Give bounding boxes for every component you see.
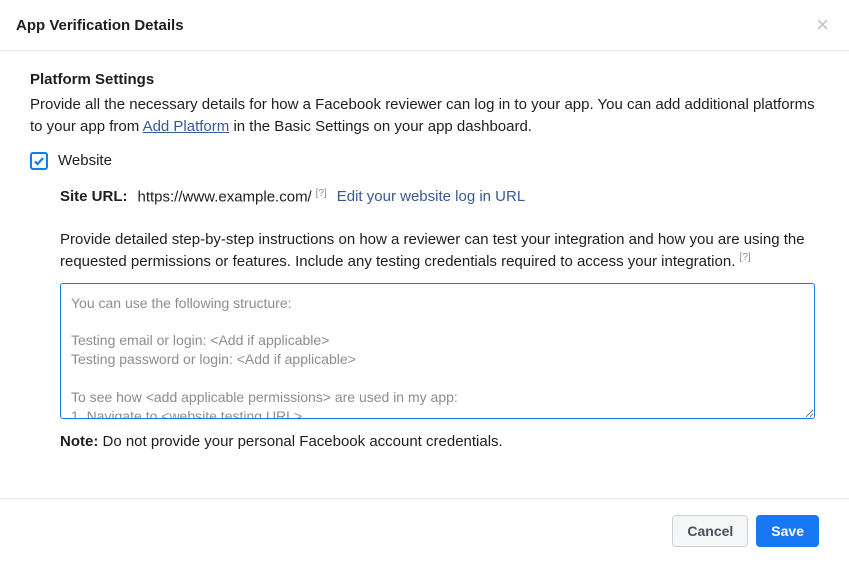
app-verification-modal: App Verification Details × Platform Sett… xyxy=(0,0,849,565)
close-icon: × xyxy=(816,12,829,37)
desc-post: in the Basic Settings on your app dashbo… xyxy=(229,118,532,135)
modal-body: Platform Settings Provide all the necess… xyxy=(0,51,849,458)
platform-checkbox-row: Website xyxy=(30,152,819,170)
note-label: Note: xyxy=(60,433,98,450)
modal-header: App Verification Details × xyxy=(0,0,849,51)
platform-details: Site URL: https://www.example.com/ [?] E… xyxy=(30,188,819,450)
help-icon[interactable]: [?] xyxy=(316,188,327,199)
note: Note: Do not provide your personal Faceb… xyxy=(60,433,819,450)
website-checkbox-label: Website xyxy=(58,152,112,169)
section-heading: Platform Settings xyxy=(30,71,819,88)
add-platform-link[interactable]: Add Platform xyxy=(143,118,230,135)
instructions-textarea[interactable] xyxy=(60,283,815,419)
website-checkbox[interactable] xyxy=(30,152,48,170)
close-button[interactable]: × xyxy=(812,14,833,36)
site-url-row: Site URL: https://www.example.com/ [?] E… xyxy=(60,188,819,206)
instructions-description: Provide detailed step-by-step instructio… xyxy=(60,229,819,273)
site-url-value: https://www.example.com/ xyxy=(138,188,312,205)
modal-title: App Verification Details xyxy=(16,17,184,34)
check-icon xyxy=(33,155,45,167)
instructions-text: Provide detailed step-by-step instructio… xyxy=(60,231,805,270)
note-text: Do not provide your personal Facebook ac… xyxy=(98,433,502,450)
cancel-button[interactable]: Cancel xyxy=(672,515,748,547)
modal-footer: Cancel Save xyxy=(0,498,849,565)
site-url-label: Site URL: xyxy=(60,188,128,205)
site-url-value-wrap: https://www.example.com/ [?] xyxy=(138,188,327,206)
save-button[interactable]: Save xyxy=(756,515,819,547)
help-icon[interactable]: [?] xyxy=(740,252,751,263)
edit-url-link[interactable]: Edit your website log in URL xyxy=(337,188,525,205)
section-description: Provide all the necessary details for ho… xyxy=(30,94,819,138)
